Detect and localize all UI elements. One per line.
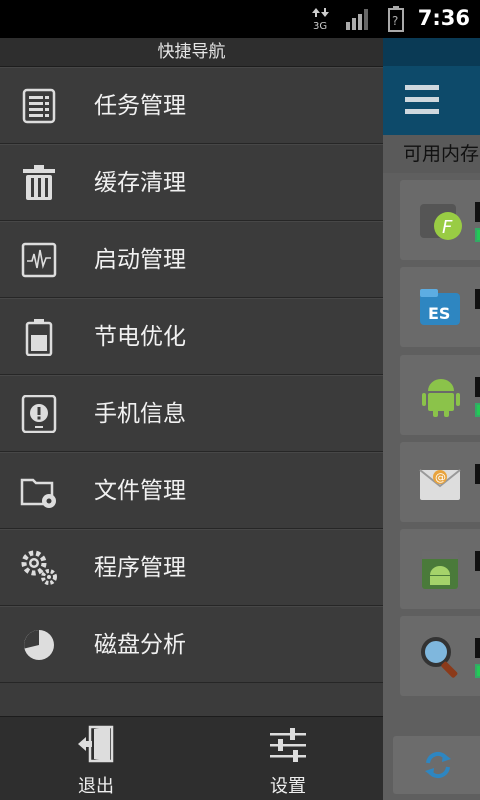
- menu-item-file-manager[interactable]: 文件管理: [0, 452, 383, 529]
- menu-item-label: 文件管理: [94, 478, 186, 504]
- svg-text:ES: ES: [428, 304, 450, 323]
- menu-item-disk-analysis[interactable]: 磁盘分析: [0, 606, 383, 683]
- svg-text:3G: 3G: [313, 21, 327, 30]
- clock: 7:36: [417, 6, 470, 30]
- menu-item-phone-info[interactable]: 手机信息: [0, 375, 383, 452]
- menu-item-label: 程序管理: [94, 555, 186, 581]
- search-icon: [418, 634, 464, 680]
- folder-gear-icon: [20, 472, 58, 510]
- app-list-item[interactable]: ES: [400, 267, 480, 347]
- pie-chart-icon: [20, 626, 58, 664]
- gears-icon: [20, 549, 58, 587]
- exit-label: 退出: [78, 776, 114, 797]
- menu-item-power-saving[interactable]: 节电优化: [0, 298, 383, 375]
- menu-item-startup-manager[interactable]: 启动管理: [0, 221, 383, 298]
- refresh-icon: [423, 750, 453, 784]
- phone-info-icon: [20, 394, 58, 434]
- menu-item-label: 手机信息: [94, 401, 186, 427]
- exit-door-icon: [76, 725, 116, 765]
- app-list-item[interactable]: [400, 355, 480, 435]
- menu-icon[interactable]: [405, 83, 439, 121]
- menu-item-task-manager[interactable]: 任务管理: [0, 67, 383, 144]
- menu-item-label: 磁盘分析: [94, 632, 186, 658]
- task-list-icon: [20, 87, 58, 125]
- trash-icon: [20, 164, 58, 202]
- email-icon: @: [418, 460, 464, 506]
- background-app: 可用内存 F ES @: [383, 38, 480, 800]
- battery-icon: ?: [388, 6, 404, 36]
- app-list-item[interactable]: @: [400, 442, 480, 522]
- refresh-button[interactable]: [393, 736, 480, 794]
- app-action-bar: [383, 38, 480, 135]
- settings-button[interactable]: 设置: [228, 717, 348, 800]
- menu-item-cache-clean[interactable]: 缓存清理: [0, 144, 383, 221]
- android-icon: [418, 373, 464, 419]
- drawer-title: 快捷导航: [0, 38, 383, 67]
- app-list-item[interactable]: F: [400, 180, 480, 260]
- svg-text:F: F: [442, 217, 453, 238]
- battery-save-icon: [20, 318, 58, 357]
- data-arrows-icon: 3G: [312, 8, 330, 34]
- app-list-item[interactable]: [400, 616, 480, 696]
- menu-item-label: 节电优化: [94, 324, 186, 350]
- menu-item-label: 任务管理: [94, 93, 186, 119]
- menu-item-label: 缓存清理: [94, 170, 186, 196]
- menu-item-label: 启动管理: [94, 247, 186, 273]
- startup-monitor-icon: [20, 241, 58, 279]
- app-icon: F: [418, 198, 464, 244]
- exit-button[interactable]: 退出: [36, 717, 156, 800]
- status-bar: 3G ? 7:36: [0, 0, 480, 38]
- available-memory-label: 可用内存: [383, 135, 480, 173]
- signal-icon: [345, 8, 371, 34]
- app-list-item[interactable]: [400, 529, 480, 609]
- sliders-icon: [268, 725, 308, 765]
- es-file-icon: ES: [418, 285, 464, 331]
- android-package-icon: [418, 547, 464, 593]
- navigation-drawer: 快捷导航 任务管理 缓存清理 启动管理 节电优化 手机信息 文件管理 程序管理 …: [0, 38, 383, 800]
- drawer-bottom-bar: 退出 设置: [0, 716, 383, 800]
- svg-text:?: ?: [392, 14, 398, 28]
- svg-text:@: @: [435, 471, 446, 484]
- menu-item-app-manager[interactable]: 程序管理: [0, 529, 383, 606]
- settings-label: 设置: [270, 776, 306, 797]
